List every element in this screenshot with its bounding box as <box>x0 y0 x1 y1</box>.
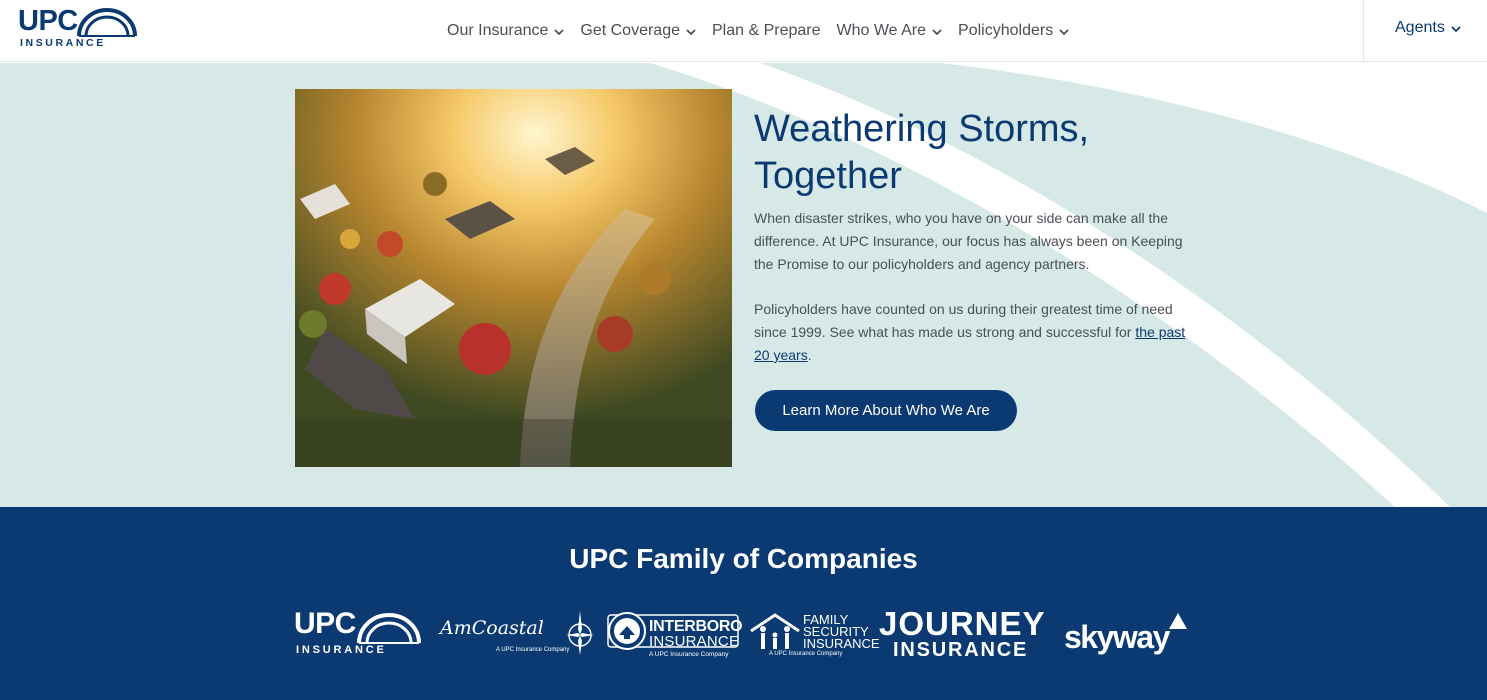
brand-sub: A UPC Insurance Company <box>496 647 570 653</box>
upc-insurance-brand-logo[interactable]: UPC INSURANCE <box>294 607 428 657</box>
learn-more-button[interactable]: Learn More About Who We Are <box>755 390 1017 431</box>
nav-label: Our Insurance <box>447 22 549 39</box>
brand-word-2: INSURANCE <box>893 639 1029 661</box>
paragraph-end: . <box>807 347 812 363</box>
site-header: UPC INSURANCE Our Insurance Get Coverage… <box>0 0 1487 62</box>
chevron-down-icon <box>932 28 942 35</box>
family-house-icon <box>750 613 800 649</box>
nav-who-we-are[interactable]: Who We Are <box>837 22 943 40</box>
brand-word: skyway <box>1064 619 1170 655</box>
nav-policyholders[interactable]: Policyholders <box>958 22 1069 40</box>
logo-sub: INSURANCE <box>20 37 106 49</box>
compass-icon <box>566 611 594 655</box>
brand-word: AmCoastal <box>440 617 544 639</box>
nav-our-insurance[interactable]: Our Insurance <box>447 22 565 40</box>
background-swoosh <box>650 63 1487 507</box>
nav-agents[interactable]: Agents <box>1395 0 1461 56</box>
aerial-neighborhood-photo <box>295 89 732 467</box>
hero-headline: Weathering Storms, Together <box>754 108 1090 197</box>
brand-line-3: INSURANCE <box>803 636 880 651</box>
nav-label: Policyholders <box>958 22 1054 39</box>
logo-word: UPC <box>18 5 78 37</box>
family-of-companies-section: UPC Family of Companies UPC INSURANCE Am… <box>0 507 1487 700</box>
nav-plan-prepare[interactable]: Plan & Prepare <box>712 22 821 40</box>
logo-arch-icon <box>77 8 137 37</box>
amcoastal-brand-logo[interactable]: AmCoastal A UPC Insurance Company <box>440 609 598 659</box>
chevron-down-icon <box>554 28 565 35</box>
paragraph-text: Policyholders have counted on us during … <box>754 301 1173 340</box>
chevron-down-icon <box>686 28 696 35</box>
brand-word-2: INSURANCE <box>649 633 740 650</box>
interboro-insurance-brand-logo[interactable]: INTERBORO INSURANCE A UPC Insurance Comp… <box>607 611 743 659</box>
brand-word: FAMILY SECURITY INSURANCE <box>803 613 880 651</box>
nav-label: Get Coverage <box>580 22 680 39</box>
header-divider <box>1363 0 1364 62</box>
brand-sub: A UPC Insurance Company <box>769 651 843 657</box>
hero-section: Weathering Storms, Together When disaste… <box>0 63 1487 507</box>
arch-icon <box>357 613 421 644</box>
chevron-down-icon <box>1451 25 1461 32</box>
family-security-brand-logo[interactable]: FAMILY SECURITY INSURANCE A UPC Insurance … <box>749 611 880 659</box>
journey-insurance-brand-logo[interactable]: JOURNEY INSURANCE <box>879 605 1051 661</box>
upc-insurance-logo[interactable]: UPC INSURANCE <box>18 5 140 49</box>
family-title: UPC Family of Companies <box>569 543 918 574</box>
hero-paragraph-1: When disaster strikes, who you have on y… <box>754 210 1183 272</box>
triangle-icon <box>1169 613 1187 629</box>
agents-label: Agents <box>1395 19 1445 36</box>
nav-label: Who We Are <box>836 22 927 39</box>
main-nav: Our Insurance Get Coverage Plan & Prepar… <box>447 0 1085 62</box>
brand-sub: INSURANCE <box>296 644 387 656</box>
chevron-down-icon <box>1059 28 1069 35</box>
hero-paragraph-2: Policyholders have counted on us during … <box>754 298 1194 367</box>
brand-word: JOURNEY <box>879 605 1046 642</box>
nav-label: Plan & Prepare <box>712 22 821 39</box>
nav-get-coverage[interactable]: Get Coverage <box>580 22 696 40</box>
brand-word: UPC <box>294 607 356 640</box>
brand-sub: A UPC Insurance Company <box>649 651 729 658</box>
skyway-brand-logo[interactable]: skyway <box>1064 611 1192 661</box>
